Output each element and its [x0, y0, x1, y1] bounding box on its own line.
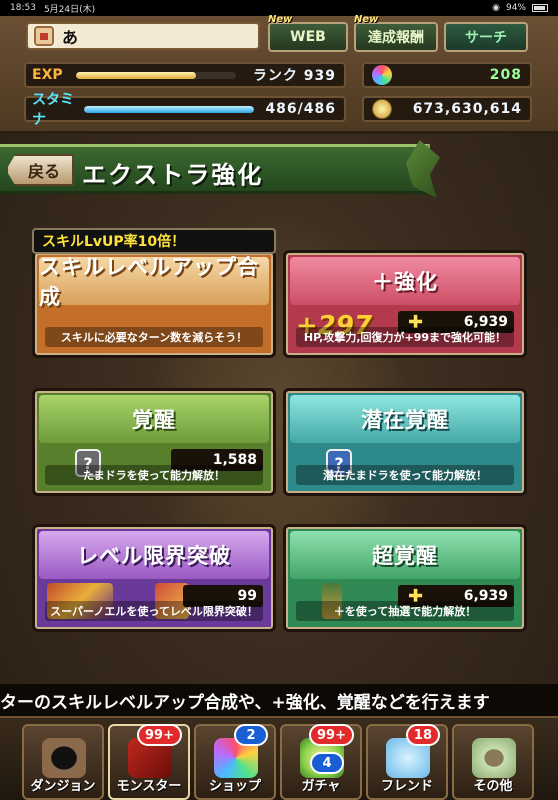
exp-row: EXP ランク 939	[24, 62, 346, 88]
app-root: { "status_bar": {"time": "18:53", "date"…	[0, 0, 558, 800]
rank-text: ランク 939	[252, 68, 336, 84]
search-label: サーチ	[465, 30, 507, 46]
nav-gacha[interactable]: 99+ 4 ガチャ	[280, 724, 362, 800]
nav-label: フレンド	[380, 779, 433, 794]
card-title: レベル限界突破	[39, 531, 269, 579]
skill-level-up-card[interactable]: スキルレベルアップ合成 スキルに必要なターン数を減らそう！	[32, 250, 276, 358]
nav-label: その他	[473, 779, 513, 794]
card-title: 潜在覚醒	[290, 395, 520, 443]
player-header: あ New WEB New 達成報酬 サーチ EXP ランク 939 スタミナ …	[0, 14, 558, 134]
nav-label: モンスター	[116, 779, 182, 794]
stamina-value: 486/486	[265, 101, 336, 117]
web-button[interactable]: New WEB	[268, 14, 348, 52]
question-ring-icon	[472, 738, 516, 778]
card-title: 覚醒	[39, 395, 269, 443]
stamina-bar-fill	[84, 105, 254, 113]
shop-badge: 2	[234, 724, 268, 746]
new-tag: New	[354, 14, 379, 25]
nav-shop[interactable]: 2 ショップ	[194, 724, 276, 800]
web-label: WEB	[290, 29, 326, 45]
skill-up-rate-banner: スキルLvUP率10倍！	[32, 228, 276, 254]
exp-label: EXP	[32, 67, 63, 83]
coin-icon	[372, 99, 392, 119]
nav-monster[interactable]: 99+ モンスター	[108, 724, 190, 800]
card-desc: スキルに必要なターン数を減らそう！	[45, 327, 263, 347]
coin-row: 673,630,614	[362, 96, 532, 122]
card-desc: HP,攻撃力,回復力が+99まで強化可能！	[296, 327, 514, 347]
back-button[interactable]: 戻る	[6, 154, 74, 186]
nav-label: ショップ	[208, 779, 261, 794]
awaken-card[interactable]: 覚醒 ? 1,588 たまドラを使って能力解放！	[32, 388, 276, 496]
friend-badge: 18	[405, 724, 440, 746]
dungeon-gate-icon	[42, 738, 86, 778]
bottom-nav: ダンジョン 99+ モンスター 2 ショップ 99+ 4 ガチャ 18 フレンド…	[0, 716, 558, 800]
super-awaken-card[interactable]: 超覚醒 ✚ 6,939 ＋を使って抽選で能力解放！	[283, 524, 527, 632]
card-title: 超覚醒	[290, 531, 520, 579]
card-title: ＋強化	[290, 257, 520, 305]
gacha-badge-secondary: 4	[310, 752, 344, 774]
exp-bar-fill	[76, 71, 196, 79]
search-button[interactable]: サーチ	[444, 22, 528, 52]
nav-dungeon[interactable]: ダンジョン	[22, 724, 104, 800]
player-name-box[interactable]: あ	[26, 22, 260, 50]
battery-percent: 94%	[505, 3, 526, 13]
magic-stone-icon	[372, 65, 392, 85]
stamina-bar	[84, 105, 254, 113]
page-title: エクストラ強化	[82, 161, 264, 189]
player-crest-icon	[34, 26, 54, 46]
wifi-icon: ◉	[492, 3, 500, 13]
card-desc: たまドラを使って能力解放！	[45, 465, 263, 485]
magic-stone-row[interactable]: 208	[362, 62, 532, 88]
battery-icon	[532, 4, 548, 12]
achievement-label: 達成報酬	[368, 30, 424, 46]
nav-friend[interactable]: 18 フレンド	[366, 724, 448, 800]
info-marquee: ターのスキルレベルアップ合成や、+強化、覚醒などを行えます	[0, 684, 558, 716]
title-bar: 戻る エクストラ強化	[0, 144, 430, 194]
stamina-label: スタミナ	[32, 92, 74, 128]
nav-other[interactable]: その他	[452, 724, 534, 800]
gacha-badge: 99+	[309, 724, 354, 746]
limit-break-card[interactable]: レベル限界突破 99 スーパーノエルを使ってレベル限界突破！	[32, 524, 276, 632]
plus-enhance-card[interactable]: ＋強化 +297 ✚ 6,939 HP,攻撃力,回復力が+99まで強化可能！	[283, 250, 527, 358]
card-desc: スーパーノエルを使ってレベル限界突破！	[45, 601, 263, 621]
card-desc: ＋を使って抽選で能力解放！	[296, 601, 514, 621]
card-desc: 潜在たまドラを使って能力解放！	[296, 465, 514, 485]
status-time: 18:53	[10, 3, 36, 13]
magic-stone-count: 208	[489, 67, 522, 83]
card-title: スキルレベルアップ合成	[39, 255, 269, 309]
exp-bar	[76, 71, 236, 79]
monster-badge: 99+	[137, 724, 182, 746]
stamina-row: スタミナ 486/486	[24, 92, 346, 128]
new-tag: New	[268, 14, 293, 25]
nav-label: ダンジョン	[30, 779, 96, 794]
marquee-text: ターのスキルレベルアップ合成や、+強化、覚醒などを行えます	[0, 692, 490, 713]
latent-awaken-card[interactable]: 潜在覚醒 ? 潜在たまドラを使って能力解放！	[283, 388, 527, 496]
nav-label: ガチャ	[301, 779, 341, 794]
status-date: 5月24日(木)	[43, 4, 96, 15]
achievement-reward-button[interactable]: New 達成報酬	[354, 14, 438, 52]
player-name: あ	[62, 28, 79, 47]
coin-count: 673,630,614	[412, 101, 522, 117]
